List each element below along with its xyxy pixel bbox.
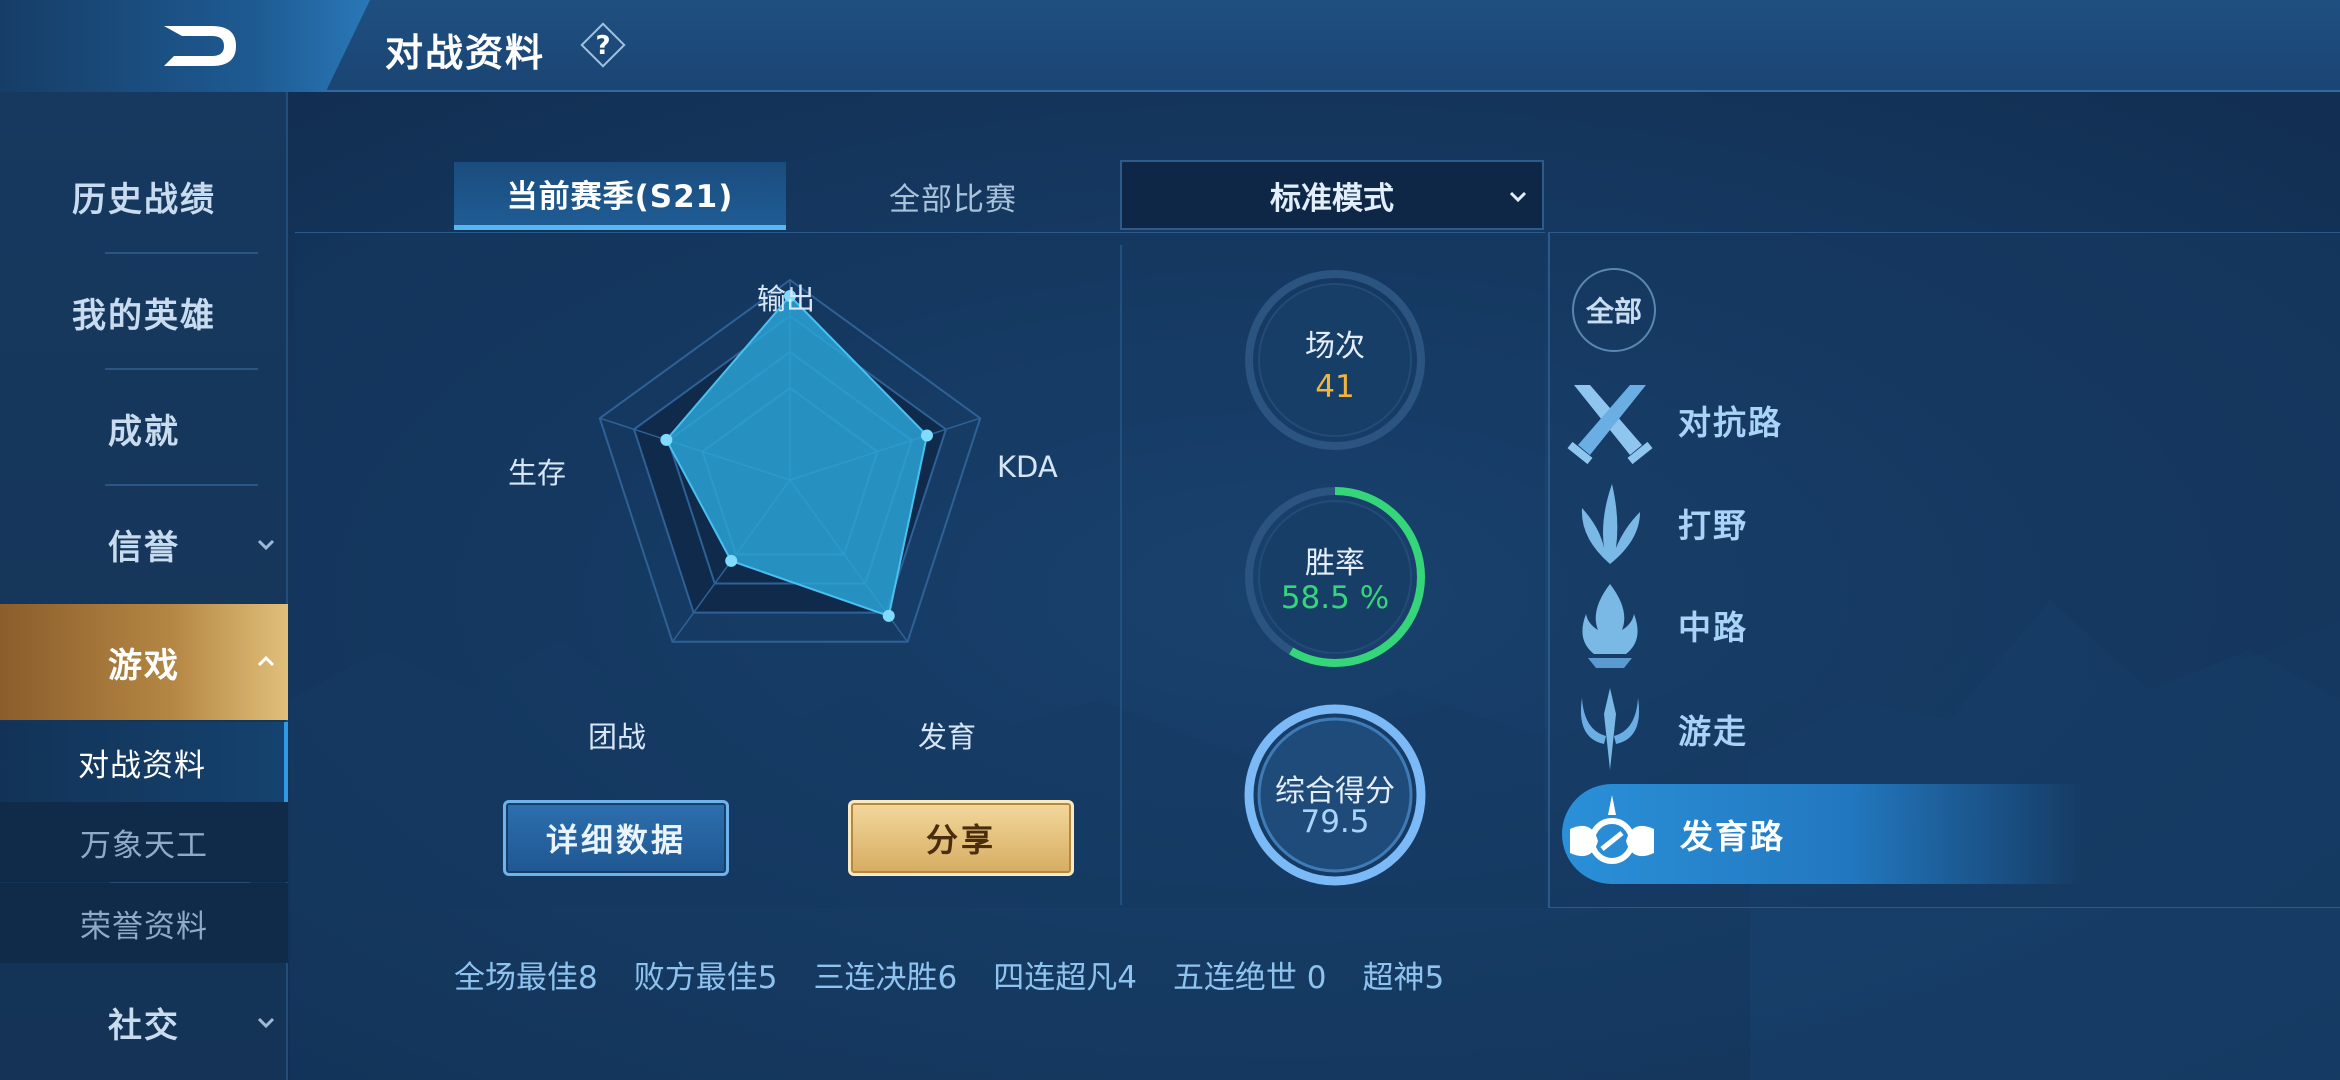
- role-item-label: 中路: [1678, 608, 1748, 647]
- sidebar-item-label: 历史战绩: [72, 179, 216, 220]
- tab-current-season[interactable]: 当前赛季(S21): [454, 162, 786, 230]
- role-filter-all[interactable]: 全部: [1572, 268, 1656, 352]
- radar-label-growth: 发育: [918, 720, 977, 754]
- share-button[interactable]: 分享: [848, 800, 1074, 876]
- sidebar-item-label: 信誉: [108, 527, 180, 568]
- role-item-label: 打野: [1678, 506, 1748, 545]
- sidebar-item-social[interactable]: 社交: [0, 964, 288, 1080]
- stat-matches-value: 41: [1315, 369, 1355, 405]
- sidebar-item-label: 社交: [108, 1005, 180, 1046]
- radar-point-kda: [920, 429, 933, 442]
- stat-quadra-kill: 四连超凡4: [993, 960, 1137, 996]
- back-button[interactable]: [0, 0, 370, 92]
- role-item-top-lane[interactable]: 对抗路: [1560, 375, 2080, 465]
- stat-matches-label: 场次: [1305, 329, 1365, 364]
- stat-win-rate: 胜率 58.5 %: [1240, 482, 1430, 672]
- mode-select-value: 标准模式: [1270, 180, 1394, 217]
- panel-divider: [1120, 245, 1122, 905]
- stat-triple-kill: 三连决胜6: [813, 960, 958, 996]
- radar-label-output: 输出: [757, 282, 816, 316]
- sidebar-subitem-label: 对战资料: [78, 747, 206, 784]
- top-bar: 对战资料 ?: [0, 0, 2340, 92]
- role-item-label: 游走: [1678, 712, 1748, 751]
- sidebar-item-label: 游戏: [108, 645, 180, 686]
- chevron-up-icon: [257, 655, 275, 667]
- stat-matches: 场次 41: [1240, 265, 1430, 455]
- detail-data-button[interactable]: 详细数据: [503, 800, 729, 876]
- stat-penta-kill: 五连绝世 0: [1172, 960, 1327, 996]
- role-item-bot-lane[interactable]: 发育路: [1562, 784, 2082, 884]
- crossed-swords-icon: [1567, 385, 1653, 465]
- tab-label: 全部比赛: [889, 181, 1017, 218]
- role-item-mid-lane[interactable]: 中路: [1560, 580, 2080, 670]
- sidebar-item-my-heroes[interactable]: 我的英雄: [0, 254, 288, 370]
- radar-chart: [598, 278, 982, 643]
- help-icon[interactable]: ?: [578, 20, 628, 70]
- stat-win-rate-value: 58.5 %: [1280, 580, 1390, 616]
- stat-losing-mvp: 败方最佳5: [633, 960, 778, 996]
- sidebar-subitem-honor-data[interactable]: 荣誉资料: [0, 883, 288, 963]
- sidebar-subitem-label: 万象天工: [80, 827, 208, 864]
- role-item-roam[interactable]: 游走: [1560, 684, 2080, 774]
- help-symbol: ?: [595, 31, 610, 61]
- page-title: 对战资料: [385, 31, 546, 75]
- stat-win-rate-label: 胜率: [1305, 546, 1365, 581]
- stat-score: 综合得分 79.5: [1240, 700, 1430, 890]
- sidebar-item-history[interactable]: 历史战绩: [0, 138, 288, 254]
- radar-point-teamfight: [725, 554, 738, 567]
- chevron-down-icon: [1509, 191, 1527, 203]
- trident-icon: [1580, 688, 1640, 770]
- tab-label: 当前赛季(S21): [506, 179, 734, 215]
- sidebar-item-reputation[interactable]: 信誉: [0, 486, 288, 602]
- radar-label-teamfight: 团战: [588, 720, 647, 754]
- sidebar-item-label: 我的英雄: [72, 295, 216, 336]
- bow-target-icon: [1570, 795, 1654, 864]
- role-item-label: 对抗路: [1678, 403, 1783, 442]
- sidebar-item-achievements[interactable]: 成就: [0, 370, 288, 486]
- stat-score-value: 79.5: [1300, 804, 1370, 840]
- radar-label-survival: 生存: [508, 456, 567, 490]
- chevron-down-icon: [257, 1017, 275, 1029]
- mode-select[interactable]: 标准模式: [1120, 160, 1544, 230]
- radar-point-growth: [882, 609, 895, 622]
- sidebar-subitem-battle-data[interactable]: 对战资料: [0, 722, 288, 802]
- role-item-jungle[interactable]: 打野: [1560, 478, 2080, 568]
- achievement-stats: 全场最佳8 败方最佳5 三连决胜6 四连超凡4 五连绝世 0 超神5: [454, 952, 1444, 997]
- flame-icon: [1582, 584, 1638, 668]
- sidebar-item-game[interactable]: 游戏: [0, 604, 288, 720]
- sidebar-subitem-wanxiang[interactable]: 万象天工: [0, 802, 288, 882]
- sidebar-subitem-label: 荣誉资料: [80, 908, 208, 945]
- role-item-label: 发育路: [1680, 817, 1785, 856]
- tab-all-matches[interactable]: 全部比赛: [800, 162, 1106, 230]
- leaf-claw-icon: [1581, 484, 1640, 564]
- sidebar-item-label: 成就: [108, 411, 180, 452]
- stat-mvp: 全场最佳8: [454, 960, 598, 996]
- stat-legendary: 超神5: [1362, 960, 1445, 996]
- radar-point-survival: [660, 433, 673, 446]
- back-icon: [164, 26, 236, 66]
- chevron-down-icon: [257, 539, 275, 551]
- radar-label-kda: KDA: [997, 450, 1058, 484]
